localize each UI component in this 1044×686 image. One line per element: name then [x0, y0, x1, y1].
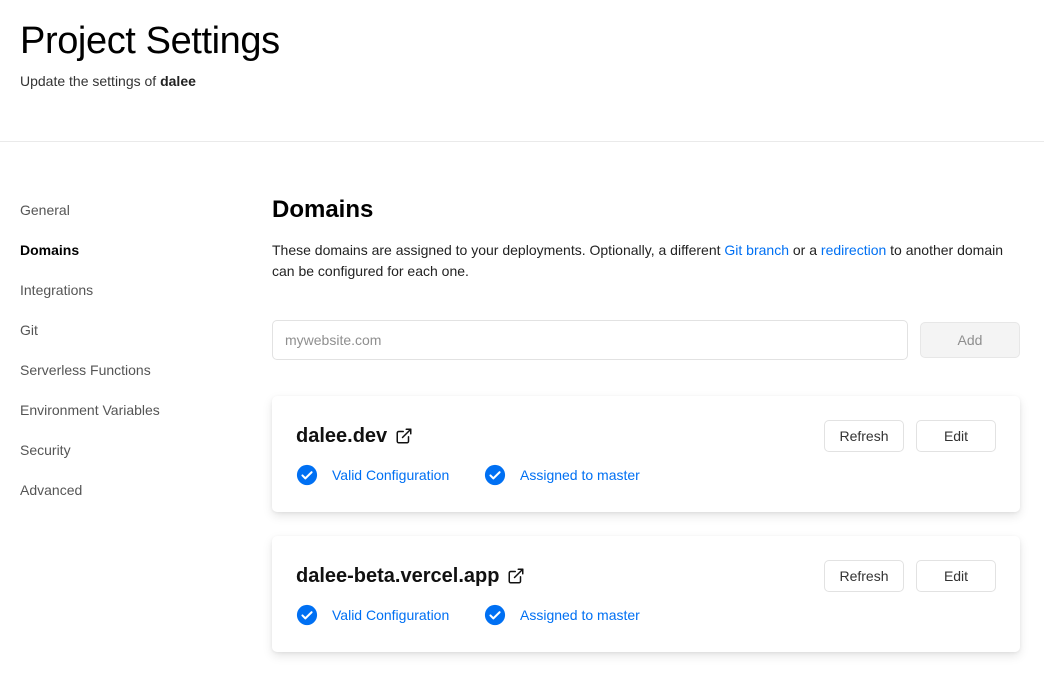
sidebar-item-general[interactable]: General [20, 190, 240, 230]
check-circle-icon [484, 604, 506, 626]
domains-section: Domains These domains are assigned to yo… [272, 190, 1020, 652]
status-assigned-branch: Assigned to master [484, 604, 640, 626]
project-name: dalee [160, 73, 196, 89]
sidebar-item-security[interactable]: Security [20, 430, 240, 470]
status-label: Valid Configuration [332, 467, 450, 483]
edit-button[interactable]: Edit [916, 560, 996, 592]
edit-button[interactable]: Edit [916, 420, 996, 452]
domain-card: dalee-beta.vercel.app Refresh Edit Valid… [272, 536, 1020, 652]
refresh-button[interactable]: Refresh [824, 560, 904, 592]
status-label: Assigned to master [520, 467, 640, 483]
check-circle-icon [296, 604, 318, 626]
external-link-icon[interactable] [395, 427, 413, 445]
check-circle-icon [484, 464, 506, 486]
sidebar-item-serverless-functions[interactable]: Serverless Functions [20, 350, 240, 390]
domain-input[interactable] [272, 320, 908, 360]
external-link-icon[interactable] [507, 567, 525, 585]
sidebar-item-domains[interactable]: Domains [20, 230, 240, 270]
add-domain-row: Add [272, 320, 1020, 360]
sidebar-item-advanced[interactable]: Advanced [20, 470, 240, 510]
subtitle-prefix: Update the settings of [20, 73, 157, 89]
status-label: Valid Configuration [332, 607, 450, 623]
domain-name-row: dalee.dev [296, 424, 413, 448]
section-description: These domains are assigned to your deplo… [272, 240, 1012, 282]
sidebar-item-git[interactable]: Git [20, 310, 240, 350]
page-title: Project Settings [20, 20, 280, 62]
status-label: Assigned to master [520, 607, 640, 623]
page-header: Project Settings Update the settings of … [0, 0, 1044, 142]
domain-name: dalee-beta.vercel.app [296, 565, 500, 587]
desc-text-2: or a [789, 242, 821, 258]
page-subtitle: Update the settings of dalee [20, 72, 196, 90]
check-circle-icon [296, 464, 318, 486]
domain-card: dalee.dev Refresh Edit Valid Configurati… [272, 396, 1020, 512]
add-domain-button[interactable]: Add [920, 322, 1020, 358]
domain-name: dalee.dev [296, 425, 388, 447]
redirection-link[interactable]: redirection [821, 242, 886, 258]
sidebar-item-integrations[interactable]: Integrations [20, 270, 240, 310]
domain-name-row: dalee-beta.vercel.app [296, 564, 525, 588]
desc-text-1: These domains are assigned to your deplo… [272, 242, 725, 258]
status-valid-configuration: Valid Configuration [296, 604, 449, 626]
sidebar-item-environment-variables[interactable]: Environment Variables [20, 390, 240, 430]
section-title: Domains [272, 196, 374, 223]
refresh-button[interactable]: Refresh [824, 420, 904, 452]
status-assigned-branch: Assigned to master [484, 464, 640, 486]
status-valid-configuration: Valid Configuration [296, 464, 449, 486]
settings-sidebar: General Domains Integrations Git Serverl… [20, 190, 240, 510]
git-branch-link[interactable]: Git branch [724, 242, 789, 258]
